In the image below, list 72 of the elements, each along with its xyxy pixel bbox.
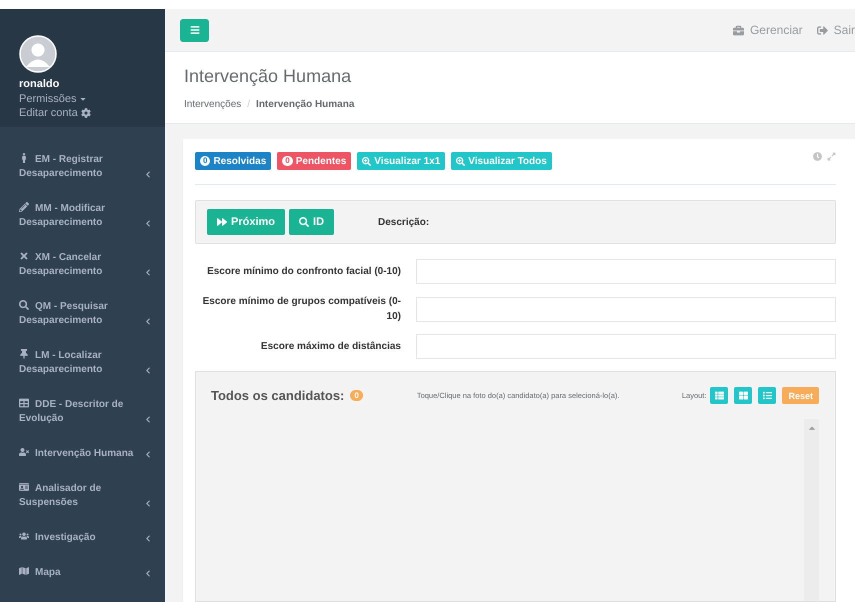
chevron-icon bbox=[145, 220, 151, 227]
expand-icon[interactable] bbox=[827, 152, 836, 161]
edit-account-link[interactable]: Editar conta bbox=[19, 107, 91, 119]
caret-icon bbox=[79, 95, 88, 103]
user-name: ronaldo bbox=[19, 78, 60, 90]
search-icon bbox=[299, 217, 310, 227]
next-button[interactable]: Próximo bbox=[207, 209, 286, 235]
tiles-icon bbox=[738, 391, 748, 400]
breadcrumb-separator: / bbox=[247, 99, 250, 110]
sidebar-item[interactable]: Analisador de Suspensões bbox=[0, 472, 165, 521]
chevron-icon bbox=[145, 451, 151, 458]
field-label: Escore máximo de distâncias bbox=[260, 340, 401, 354]
settings-icon bbox=[80, 108, 91, 118]
sidebar-item[interactable]: Intervenção Humana bbox=[0, 437, 165, 472]
chevron-icon bbox=[145, 570, 151, 577]
layout-button[interactable] bbox=[710, 387, 728, 404]
sidebar-item[interactable]: XM - Cancelar Desaparecimento bbox=[0, 241, 165, 290]
description-label: Descrição: bbox=[378, 216, 430, 228]
briefcase-icon bbox=[732, 24, 744, 36]
topbar-link[interactable]: Gerenciar bbox=[732, 23, 803, 37]
sidebar-item[interactable]: Investigação bbox=[0, 521, 165, 556]
input-field[interactable] bbox=[416, 296, 836, 322]
close-icon bbox=[19, 251, 29, 261]
exit-icon bbox=[816, 24, 828, 36]
sidebar-item[interactable]: MM - Modificar Desaparecimento bbox=[0, 192, 165, 241]
table-icon bbox=[19, 398, 29, 408]
chevron-icon bbox=[145, 318, 151, 325]
sidebar-item[interactable]: Mapa bbox=[0, 556, 165, 591]
clock-icon[interactable] bbox=[813, 152, 822, 161]
chevron-icon bbox=[145, 416, 151, 423]
chevron-icon bbox=[145, 367, 151, 374]
status-tag[interactable]: 0 Resolvidas bbox=[195, 152, 272, 170]
field-label: Escore mínimo do confronto facial (0-10) bbox=[206, 265, 401, 279]
users-icon bbox=[19, 531, 29, 541]
zoom-icon bbox=[362, 156, 372, 166]
sidebar-item[interactable]: QM - Pesquisar Desaparecimento bbox=[0, 290, 165, 339]
id-card-icon bbox=[19, 482, 29, 492]
chevron-icon bbox=[145, 171, 151, 178]
topbar-link[interactable]: Sair bbox=[816, 23, 855, 37]
menu-icon bbox=[190, 25, 200, 35]
status-tag[interactable]: 0 Pendentes bbox=[277, 152, 352, 170]
chevron-icon bbox=[145, 269, 151, 276]
candidates-title: Todos os candidatos: bbox=[211, 388, 344, 403]
search-button[interactable]: ID bbox=[289, 209, 334, 235]
breadcrumb-item: Intervenção Humana bbox=[256, 99, 354, 110]
sidebar-item[interactable]: DDE - Descritor de Evolução bbox=[0, 388, 165, 437]
map-icon bbox=[19, 566, 29, 576]
menu-button[interactable] bbox=[180, 18, 209, 42]
list-grid-icon bbox=[714, 391, 724, 400]
forward-icon bbox=[217, 217, 227, 227]
count-badge: 0 bbox=[350, 390, 363, 401]
field-label: Escore mínimo de grupos compatíveis (0-10) bbox=[202, 295, 401, 324]
layout-button[interactable] bbox=[734, 387, 752, 404]
search-icon bbox=[19, 300, 29, 310]
list-icon bbox=[762, 391, 772, 400]
permissions-menu[interactable]: Permissões bbox=[19, 93, 88, 105]
pin-icon bbox=[19, 349, 29, 359]
input-field[interactable] bbox=[416, 334, 836, 359]
page-title: Intervenção Humana bbox=[184, 66, 352, 87]
layout-button[interactable] bbox=[758, 387, 776, 404]
chevron-icon bbox=[145, 500, 151, 507]
zoom-icon bbox=[456, 156, 466, 166]
input-field[interactable] bbox=[416, 259, 836, 284]
sidebar-item[interactable]: LM - Localizar Desaparecimento bbox=[0, 339, 165, 388]
chevron-icon bbox=[145, 535, 151, 542]
breadcrumb-item[interactable]: Intervenções bbox=[184, 99, 242, 110]
sidebar-item[interactable]: EM - Registrar Desaparecimento bbox=[0, 143, 165, 192]
pencil-icon bbox=[19, 202, 29, 212]
scrollbar[interactable] bbox=[804, 419, 819, 601]
avatar-icon bbox=[19, 35, 57, 73]
user-remove-icon bbox=[19, 447, 29, 457]
person-icon bbox=[19, 153, 29, 163]
